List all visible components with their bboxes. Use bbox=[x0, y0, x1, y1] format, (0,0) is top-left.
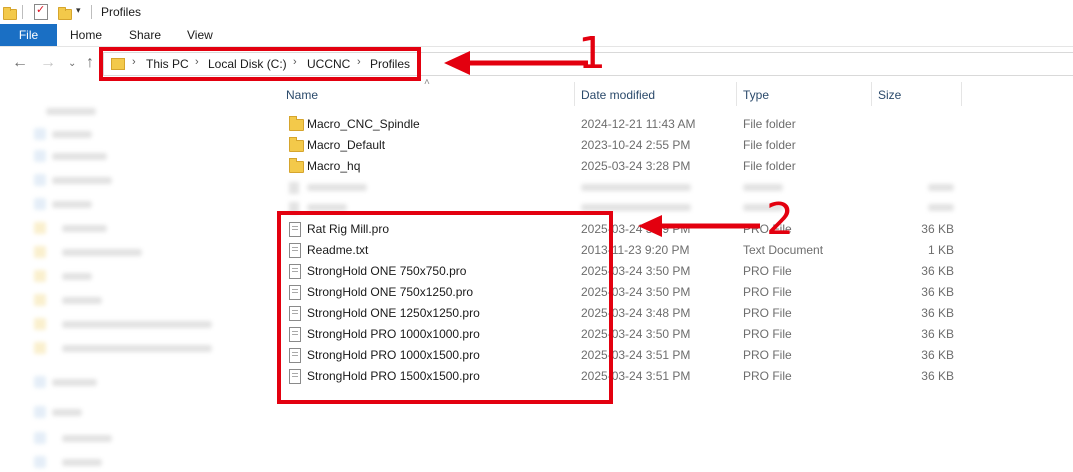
tab-file[interactable]: File bbox=[0, 24, 57, 46]
file-type: File folder bbox=[743, 138, 796, 152]
file-size: 36 KB bbox=[921, 348, 954, 362]
folder-icon bbox=[3, 7, 17, 20]
customize-toolbar-icon[interactable]: ▾ bbox=[76, 5, 81, 16]
list-item-folder[interactable]: Macro_hq 2025-03-24 3:28 PM File folder bbox=[280, 156, 970, 177]
recent-locations-icon[interactable]: ⌄ bbox=[68, 56, 76, 72]
title-bar: ✓ ▾ Profiles bbox=[0, 0, 1073, 24]
file-type: PRO File bbox=[743, 369, 792, 383]
annotation-label-1: 1 bbox=[578, 28, 606, 79]
file-name: Macro_hq bbox=[307, 159, 361, 173]
redacted-rows bbox=[280, 178, 970, 214]
file-type: File folder bbox=[743, 159, 796, 173]
list-item-folder[interactable]: Macro_CNC_Spindle 2024-12-21 11:43 AM Fi… bbox=[280, 114, 970, 135]
file-size: 36 KB bbox=[921, 264, 954, 278]
properties-icon[interactable]: ✓ bbox=[34, 4, 48, 20]
file-date: 2023-10-24 2:55 PM bbox=[581, 138, 691, 152]
tab-share[interactable]: Share bbox=[129, 24, 161, 46]
file-type: PRO File bbox=[743, 264, 792, 278]
column-divider[interactable] bbox=[961, 82, 962, 106]
file-type: PRO File bbox=[743, 306, 792, 320]
annotation-box-address bbox=[99, 47, 421, 81]
file-size: 36 KB bbox=[921, 369, 954, 383]
tab-view[interactable]: View bbox=[187, 24, 213, 46]
annotation-box-files bbox=[277, 211, 613, 404]
file-size: 1 KB bbox=[927, 243, 954, 257]
column-type[interactable]: Type bbox=[743, 88, 769, 102]
toolbar-divider bbox=[91, 5, 92, 19]
column-date-modified[interactable]: Date modified bbox=[581, 88, 655, 102]
annotation-label-2: 2 bbox=[766, 194, 794, 245]
file-type: PRO File bbox=[743, 348, 792, 362]
ribbon-tabs: File Home Share View bbox=[0, 24, 1073, 47]
column-divider[interactable] bbox=[871, 82, 872, 106]
toolbar-divider bbox=[22, 5, 23, 19]
file-size: 36 KB bbox=[921, 327, 954, 341]
annotation-arrow-2 bbox=[638, 215, 760, 237]
folder-icon bbox=[289, 116, 304, 131]
file-name: Macro_CNC_Spindle bbox=[307, 117, 420, 131]
forward-arrow-icon[interactable]: → bbox=[40, 55, 56, 71]
up-arrow-icon[interactable]: ↑ bbox=[86, 55, 94, 71]
folder-icon bbox=[289, 137, 304, 152]
column-size[interactable]: Size bbox=[878, 88, 901, 102]
sort-up-icon: ˄ bbox=[424, 77, 430, 88]
column-divider[interactable] bbox=[574, 82, 575, 106]
file-type: File folder bbox=[743, 117, 796, 131]
file-type: Text Document bbox=[743, 243, 824, 257]
file-date: 2025-03-24 3:28 PM bbox=[581, 159, 691, 173]
file-size: 36 KB bbox=[921, 222, 954, 236]
column-name[interactable]: Name bbox=[286, 88, 318, 102]
tab-home[interactable]: Home bbox=[70, 24, 102, 46]
list-item-folder[interactable]: Macro_Default 2023-10-24 2:55 PM File fo… bbox=[280, 135, 970, 156]
back-arrow-icon[interactable]: ← bbox=[12, 55, 28, 71]
file-size: 36 KB bbox=[921, 306, 954, 320]
folder-icon bbox=[289, 158, 304, 173]
file-type: PRO File bbox=[743, 285, 792, 299]
file-type: PRO File bbox=[743, 327, 792, 341]
file-date: 2024-12-21 11:43 AM bbox=[581, 117, 696, 131]
annotation-arrow-1 bbox=[444, 51, 588, 75]
window-title: Profiles bbox=[101, 5, 142, 19]
new-folder-icon[interactable] bbox=[58, 7, 72, 20]
file-name: Macro_Default bbox=[307, 138, 386, 152]
file-size: 36 KB bbox=[921, 285, 954, 299]
column-divider[interactable] bbox=[736, 82, 737, 106]
navigation-pane[interactable] bbox=[0, 96, 270, 472]
